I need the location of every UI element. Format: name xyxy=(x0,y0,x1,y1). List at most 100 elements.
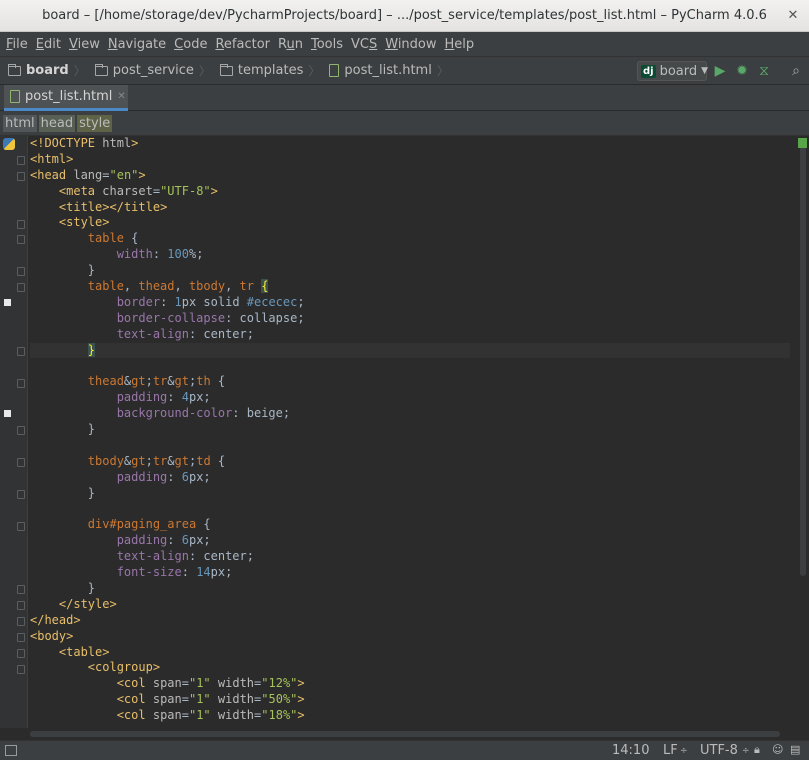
code-line: } xyxy=(30,422,96,437)
fold-marker-icon[interactable] xyxy=(17,235,25,245)
folder-icon xyxy=(219,63,233,76)
fold-marker-icon[interactable] xyxy=(17,489,25,499)
folder-icon xyxy=(8,63,21,76)
fold-marker-icon[interactable] xyxy=(17,664,25,674)
scroll-thumb[interactable] xyxy=(30,731,780,737)
html-file-icon xyxy=(329,64,340,77)
fold-marker-icon[interactable] xyxy=(17,267,25,277)
navigation-bar: board 〉 post_service 〉 templates 〉 post_… xyxy=(0,56,809,85)
code-line: padding: 6px; xyxy=(116,533,211,548)
python-icon xyxy=(3,138,15,150)
code-line: <colgroup> xyxy=(87,660,161,675)
crumb-file-label: post_list.html xyxy=(344,63,432,78)
fold-marker-icon[interactable] xyxy=(17,617,25,626)
crumb-separator: 〉 xyxy=(198,64,211,78)
line-separator-chevron-icon: ÷ xyxy=(680,746,688,756)
code-line: <col span="1" width="12%"> xyxy=(116,676,305,691)
crumb-separator: 〉 xyxy=(308,64,321,78)
code-line: </style> xyxy=(58,596,117,611)
line-separator[interactable]: LF xyxy=(663,743,678,758)
title-bar: board – [/home/storage/dev/PycharmProjec… xyxy=(0,0,809,32)
crumb-project[interactable]: board 〉 xyxy=(8,62,91,79)
fold-marker-icon[interactable] xyxy=(17,585,25,595)
code-line: padding: 6px; xyxy=(116,469,211,484)
menu-refactor[interactable]: Refactor xyxy=(213,37,275,52)
code-line: } xyxy=(30,263,96,278)
django-icon: dj xyxy=(641,64,656,78)
fold-marker-icon[interactable] xyxy=(17,219,25,229)
code-lines: <!DOCTYPE html> <html> <head lang="en"> <m… xyxy=(30,136,790,724)
fold-marker-icon[interactable] xyxy=(17,601,25,611)
code-line: width: 100%; xyxy=(116,247,204,262)
run-configuration-label: board xyxy=(659,63,698,79)
lock-icon[interactable]: 🔒︎ xyxy=(754,743,760,757)
fold-marker-icon[interactable] xyxy=(17,283,25,293)
tool-windows-icon[interactable] xyxy=(5,745,17,756)
inspector-icon[interactable]: ☺ xyxy=(772,743,783,756)
fold-marker-icon[interactable] xyxy=(17,426,25,436)
fold-marker-icon[interactable] xyxy=(17,648,25,658)
tag-crumb-html[interactable]: html xyxy=(3,114,37,132)
menu-vcs[interactable]: VCS xyxy=(349,37,382,52)
code-line: } xyxy=(30,342,790,359)
chevron-down-icon: ▼ xyxy=(701,66,709,76)
menu-file[interactable]: File xyxy=(4,37,33,52)
code-line: text-align: center; xyxy=(116,549,254,564)
coverage-icon[interactable]: ⧖ xyxy=(755,61,773,81)
crumb-file[interactable]: post_list.html 〉 xyxy=(329,62,453,79)
tag-crumb-head[interactable]: head xyxy=(38,114,76,132)
status-bar: 14:10 LF ÷ UTF-8 ÷ 🔒︎ ☺ ▤ xyxy=(0,740,809,760)
tab-post-list[interactable]: post_list.html ✕ xyxy=(4,85,128,111)
code-line: padding: 4px; xyxy=(116,390,211,405)
horizontal-scrollbar[interactable] xyxy=(0,728,797,740)
fold-marker-icon[interactable] xyxy=(17,521,25,531)
html-file-icon xyxy=(10,90,20,103)
code-line: } xyxy=(30,580,96,595)
menu-code[interactable]: Code xyxy=(172,37,212,52)
scroll-thumb[interactable] xyxy=(800,146,806,576)
vertical-scrollbar[interactable] xyxy=(797,136,809,728)
editor-tabs: post_list.html ✕ xyxy=(0,85,809,111)
menu-run[interactable]: Run xyxy=(276,37,308,52)
code-line: <style> xyxy=(58,215,110,230)
editor-gutter xyxy=(0,136,28,728)
code-line: <html> xyxy=(30,151,74,166)
file-encoding[interactable]: UTF-8 xyxy=(700,743,738,758)
menu-edit[interactable]: Edit xyxy=(34,37,66,52)
close-icon[interactable]: ✕ xyxy=(785,8,801,24)
fold-marker-icon[interactable] xyxy=(17,458,25,467)
code-line: div#paging_area { xyxy=(87,517,211,532)
fold-marker-icon[interactable] xyxy=(17,346,25,356)
crumb-templates-label: templates xyxy=(237,63,304,78)
fold-marker-icon[interactable] xyxy=(17,171,25,181)
code-line: font-size: 14px; xyxy=(116,565,233,580)
menu-help[interactable]: Help xyxy=(443,37,480,52)
fold-marker-icon[interactable] xyxy=(17,155,25,165)
inspection-ok-icon xyxy=(798,138,807,148)
close-tab-icon[interactable]: ✕ xyxy=(117,91,125,102)
crumb-post-service-label: post_service xyxy=(112,63,194,78)
debug-icon[interactable]: ✹ xyxy=(733,61,751,81)
search-icon[interactable]: ⌕ xyxy=(787,61,805,81)
code-editor[interactable]: <!DOCTYPE html> <html> <head lang="en"> <m… xyxy=(0,136,809,728)
run-configuration-select[interactable]: dj board ▼ xyxy=(637,61,709,81)
code-line: thead&gt;tr&gt;th { xyxy=(87,374,226,389)
menu-window[interactable]: Window xyxy=(383,37,441,52)
menu-tools[interactable]: Tools xyxy=(309,37,348,52)
tag-crumb-style[interactable]: style xyxy=(77,114,113,132)
menu-navigate[interactable]: Navigate xyxy=(106,37,171,52)
crumb-templates[interactable]: templates 〉 xyxy=(219,62,325,79)
run-icon[interactable]: ▶ xyxy=(711,61,729,81)
event-log-icon[interactable]: ▤ xyxy=(790,743,800,756)
crumb-post-service[interactable]: post_service 〉 xyxy=(94,62,216,79)
caret-position[interactable]: 14:10 xyxy=(612,743,649,758)
fold-marker-icon[interactable] xyxy=(17,632,25,642)
color-swatch-icon xyxy=(4,299,11,306)
folder-icon xyxy=(94,63,108,76)
fold-marker-icon[interactable] xyxy=(17,378,25,388)
menu-view[interactable]: View xyxy=(67,37,105,52)
code-line: } xyxy=(30,485,96,500)
